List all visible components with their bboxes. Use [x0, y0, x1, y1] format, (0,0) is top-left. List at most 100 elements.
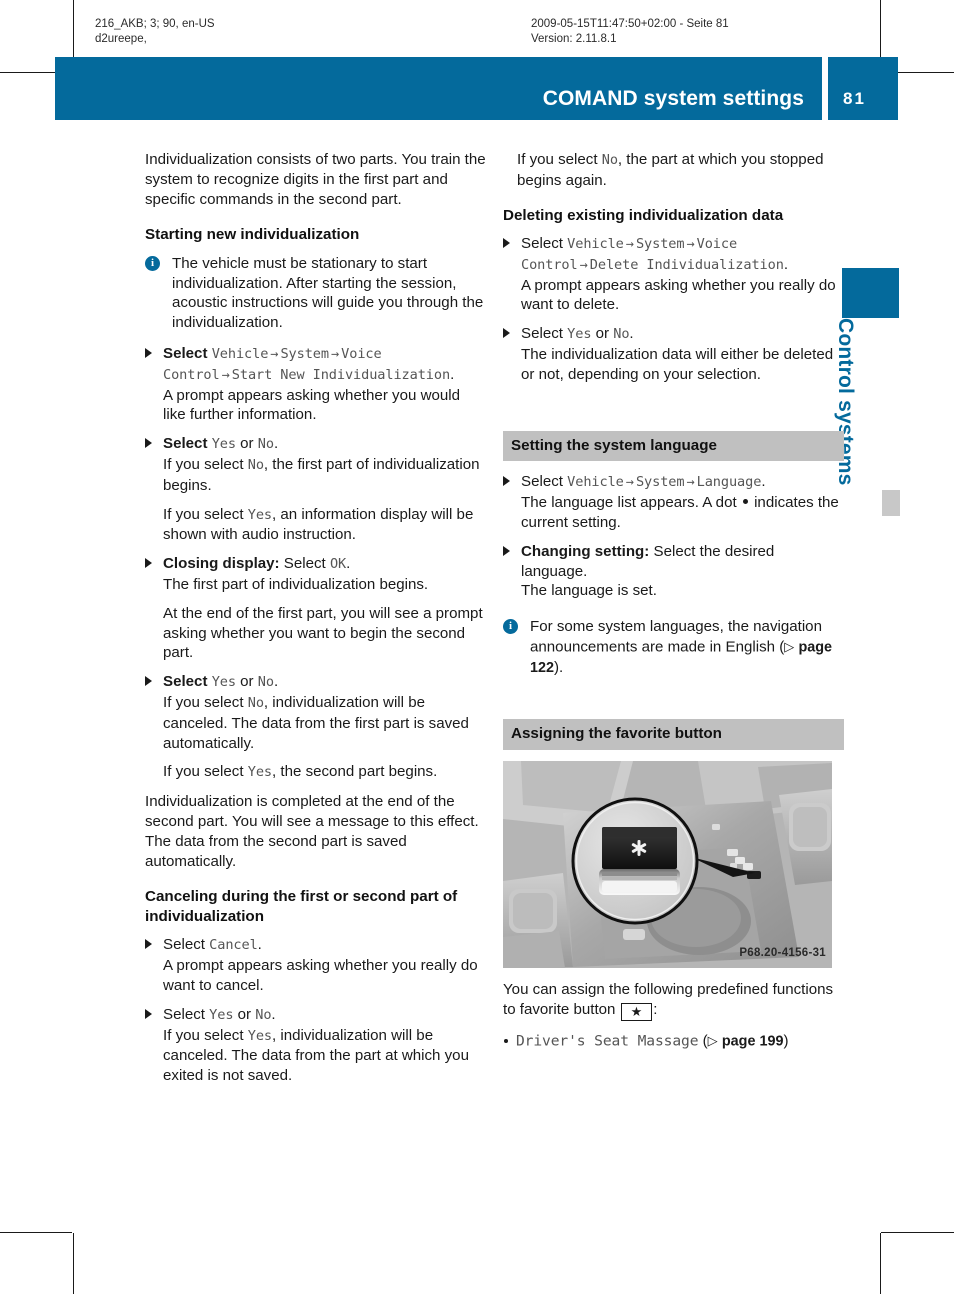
info-icon: i — [145, 255, 160, 271]
step-label: Select — [163, 345, 208, 363]
favorite-function-name: Driver's Seat Massage — [516, 1032, 699, 1050]
step-label: Select — [521, 235, 563, 253]
menu-path-item: Vehicle — [567, 236, 624, 253]
period: . — [761, 473, 766, 491]
conjunction: or — [240, 435, 254, 453]
path-arrow-icon: → — [221, 366, 230, 383]
favorite-intro-text-b: : — [653, 1000, 658, 1018]
option-cancel: Cancel — [209, 937, 258, 954]
step-result: The language is set. — [521, 582, 657, 600]
path-arrow-icon: → — [330, 346, 340, 363]
left-column: Individualization consists of two parts.… — [145, 150, 486, 1095]
path-arrow-icon: → — [686, 236, 695, 253]
step-result: The first part of individualization begi… — [163, 576, 429, 594]
step-triangle-icon — [503, 545, 510, 556]
option-yes: Yes — [567, 326, 592, 343]
period: . — [273, 435, 279, 453]
step-result: The individualization data will either b… — [521, 346, 834, 383]
step2-result-yes-block: If you select Yes, an information displa… — [145, 505, 486, 546]
xref-arrow-icon: ▷ — [784, 639, 795, 655]
right-column: If you select No, the part at which you … — [503, 150, 844, 1058]
step-result: A prompt appears asking whether you real… — [521, 276, 836, 314]
step-bold-label: Changing setting: — [521, 542, 650, 560]
step-closing-display: Closing display: Select OK. The first pa… — [145, 554, 486, 595]
info-icon: i — [503, 619, 518, 635]
page-title: COMAND system settings — [542, 87, 804, 110]
step-select-yes-or-no-2: Select Yes or No. If you select No, indi… — [145, 672, 486, 753]
step-triangle-icon — [145, 558, 152, 569]
conjunction: or — [595, 325, 610, 343]
slug-center: 2009-05-15T11:47:50+02:00 - Seite 81 Ver… — [531, 18, 729, 45]
option-no: No — [257, 674, 274, 691]
favorite-button-icon: ★ — [620, 1002, 653, 1021]
note-text-a: For some system languages, the navigatio… — [530, 618, 822, 656]
closing-paragraph: Individualization is completed at the en… — [145, 793, 479, 870]
bullet-dot-icon — [504, 1038, 508, 1043]
step-select-language: Select Vehicle → System → Language. The lang… — [503, 472, 844, 532]
section-heading-system-language: Setting the system language — [503, 430, 844, 462]
page-number-box: 81 — [828, 57, 898, 120]
result-text-a: The language list appears. A dot — [521, 494, 737, 512]
slug-left: 216_AKB; 3; 90, en-US d2ureepe, — [95, 18, 215, 45]
step-select-cancel: Select Cancel. A prompt appears asking w… — [145, 935, 486, 995]
menu-path-item: Vehicle — [211, 346, 269, 363]
option-no: No — [255, 1006, 272, 1023]
step-result-2: At the end of the first part, you will s… — [163, 604, 483, 662]
step-select-yes-or-no-3: Select Yes or No. If you select Yes, ind… — [145, 1005, 486, 1086]
xref-link[interactable]: page 199 — [722, 1033, 784, 1049]
option-yes: Yes — [209, 1006, 234, 1023]
step-triangle-icon — [145, 1008, 152, 1019]
crop-mark-bottom-right-h — [881, 1232, 954, 1233]
step-bold-label: Closing display: — [163, 555, 280, 573]
crop-mark-bottom-right-v — [880, 1233, 881, 1294]
option-no: No — [613, 326, 630, 343]
bullet-dot-icon — [742, 499, 748, 505]
crop-mark-bottom-left-v — [73, 1233, 74, 1294]
subheading-deleting-data: Deleting existing individualization data — [503, 206, 784, 224]
favorite-intro: You can assign the following predefined … — [503, 980, 844, 1021]
menu-path-item: System — [280, 346, 329, 363]
option-ok: OK — [329, 556, 347, 573]
xref-close-paren: ) — [783, 1032, 789, 1050]
step-result-yes: If you select Yes, an information displa… — [163, 505, 474, 544]
note-text-b: ). — [554, 659, 564, 677]
note-text: The vehicle must be stationary to start … — [172, 254, 484, 332]
header-band: COMAND system settings — [55, 57, 822, 120]
step-label: Select — [163, 1005, 205, 1023]
step-label: Select — [163, 936, 205, 954]
chapter-thumb-block — [842, 268, 899, 318]
step-label: Select — [163, 435, 208, 453]
subheading-starting-new-individualization: Starting new individualization — [145, 226, 360, 244]
intro-paragraph: Individualization consists of two parts.… — [145, 151, 486, 208]
conjunction: or — [240, 673, 254, 691]
option-yes: Yes — [211, 674, 236, 691]
step-triangle-icon — [503, 476, 510, 487]
step-result-yes: If you select Yes, individualization wil… — [163, 1026, 469, 1085]
list-item: Driver's Seat Massage (▷ page 199) — [503, 1031, 844, 1052]
step-label: Select — [521, 473, 563, 491]
section-heading-favorite-button: Assigning the favorite button — [503, 719, 844, 750]
step-label: Select — [521, 325, 563, 343]
path-arrow-icon: → — [579, 256, 588, 273]
menu-path-item: System — [635, 474, 685, 491]
menu-path-item: Language — [696, 474, 762, 491]
step-select-delete-individualization: Select Vehicle → System → Voice Control → Dele… — [503, 234, 844, 315]
step-changing-setting: Changing setting: Select the desired lan… — [503, 542, 844, 601]
step-label: Select — [283, 555, 326, 573]
continued-result-no: If you select No, the part at which you … — [517, 151, 824, 189]
period: . — [273, 673, 279, 691]
note-navigation-language: i For some system languages, the navigat… — [503, 617, 844, 679]
option-no: No — [257, 436, 274, 453]
step-result-no: If you select No, individualization will… — [163, 694, 469, 752]
step-result-no: If you select No, the first part of indi… — [163, 456, 480, 494]
favorite-button-photo: P68.20-4156-31 — [503, 760, 832, 968]
step-select-yes-or-no-1: Select Yes or No. If you select No, the … — [145, 434, 486, 495]
step-select-start-new-individualization: Select Vehicle → System → Voice Control → Star… — [145, 344, 486, 425]
step-triangle-icon — [145, 348, 152, 359]
step4-result-yes-block: If you select Yes, the second part begin… — [145, 762, 486, 783]
step-triangle-icon — [503, 328, 510, 339]
path-arrow-icon: → — [686, 474, 695, 491]
menu-path-item: Vehicle — [567, 474, 624, 491]
step-triangle-icon — [145, 939, 152, 950]
period: . — [271, 1005, 276, 1023]
